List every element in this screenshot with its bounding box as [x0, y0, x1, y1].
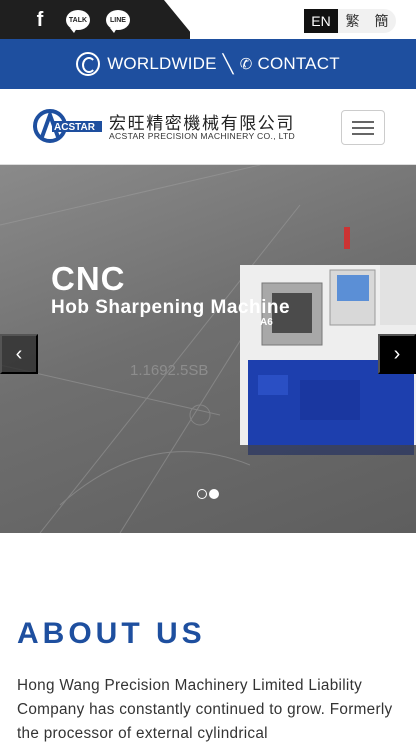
facebook-icon[interactable]: f	[28, 8, 52, 32]
slide-title: CNC	[51, 260, 126, 297]
company-logo[interactable]: ACSTAR 宏旺精密機械有限公司 ACSTAR PRECISION MACHI…	[33, 109, 303, 145]
hero-slider: 1.1692.5SB A6 CNC Hob Sharpening Machine…	[0, 165, 416, 533]
slider-next-button[interactable]: ›	[378, 334, 416, 374]
slider-prev-button[interactable]: ‹	[0, 334, 38, 374]
contact-link[interactable]: CONTACT	[257, 54, 339, 74]
lang-simplified-chinese[interactable]: 簡	[367, 9, 396, 33]
worldwide-contact-bar: WORLDWIDE ╲ ✆ CONTACT	[0, 39, 416, 89]
about-heading: ABOUT US	[17, 617, 206, 650]
menu-line	[352, 127, 374, 129]
talk-bubble: TALK	[66, 10, 90, 33]
logo-english-name: ACSTAR PRECISION MACHINERY CO., LTD	[109, 131, 296, 141]
lang-en[interactable]: EN	[304, 9, 338, 33]
slide-subtitle: Hob Sharpening Machine	[51, 297, 291, 318]
language-switcher: EN 繁 簡	[304, 9, 396, 33]
slide-background-art: 1.1692.5SB A6	[0, 165, 416, 533]
line-icon[interactable]: LINE	[106, 8, 130, 33]
lang-traditional-chinese[interactable]: 繁	[338, 9, 367, 33]
kakaotalk-icon[interactable]: TALK	[66, 8, 90, 33]
worldwide-link[interactable]: WORLDWIDE	[107, 54, 216, 74]
site-header: ACSTAR 宏旺精密機械有限公司 ACSTAR PRECISION MACHI…	[0, 89, 416, 165]
hamburger-menu-button[interactable]	[341, 110, 385, 145]
top-bar: f TALK LINE EN 繁 簡	[0, 0, 416, 39]
phone-icon: ✆	[239, 56, 253, 73]
slide-indicator-1[interactable]	[197, 489, 207, 499]
about-paragraph: Hong Wang Precision Machinery Limited Li…	[17, 677, 393, 742]
acstar-logo-mark: ACSTAR	[33, 109, 102, 143]
menu-line	[352, 133, 374, 135]
nav-separator: ╲	[222, 53, 234, 74]
slider-indicators	[197, 489, 219, 499]
line-bubble: LINE	[106, 10, 130, 33]
background-dimension-text: 1.1692.5SB	[130, 362, 208, 379]
slide-indicator-2[interactable]	[209, 489, 219, 499]
menu-line	[352, 121, 374, 123]
logo-brand-text: ACSTAR	[54, 122, 96, 133]
globe-icon	[76, 52, 101, 76]
